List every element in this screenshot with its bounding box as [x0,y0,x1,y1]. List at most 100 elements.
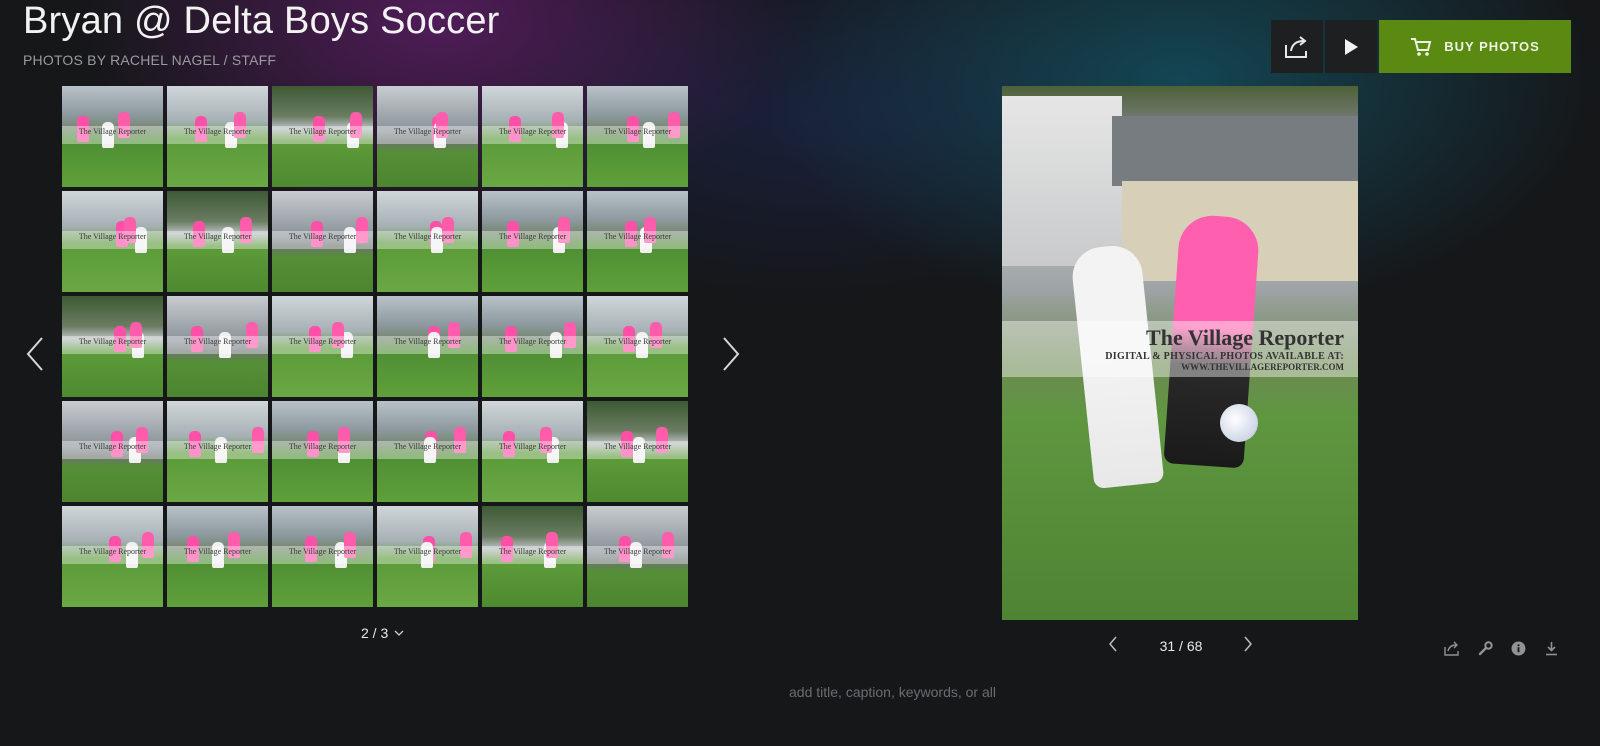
photo-watermark: The Village Reporter DIGITAL & PHYSICAL … [1002,321,1358,377]
thumbnail[interactable]: The Village Reporter [587,86,688,187]
chevron-right-icon [723,337,740,371]
thumbnail[interactable]: The Village Reporter [482,401,583,502]
chevron-down-icon [394,630,404,636]
thumbnail-watermark: The Village Reporter [482,336,583,355]
thumbnail-watermark: The Village Reporter [167,336,268,355]
thumbnail[interactable]: The Village Reporter [62,86,163,187]
thumbnail-watermark: The Village Reporter [587,336,688,355]
thumbnail-watermark: The Village Reporter [62,231,163,250]
watermark-title: The Village Reporter [1146,325,1344,350]
thumbnail[interactable]: The Village Reporter [587,296,688,397]
thumbnail-watermark: The Village Reporter [62,336,163,355]
thumbnail[interactable]: The Village Reporter [272,86,373,187]
thumbnail[interactable]: The Village Reporter [272,191,373,292]
page-selector[interactable]: 2 / 3 [361,625,404,641]
photographer-byline: PHOTOS BY RACHEL NAGEL / STAFF [23,52,277,68]
thumbnail-watermark: The Village Reporter [377,336,478,355]
wrench-icon [1478,640,1493,655]
info-icon [1511,641,1525,655]
thumbnail-watermark: The Village Reporter [482,231,583,250]
thumbnail[interactable]: The Village Reporter [482,86,583,187]
thumbnail[interactable]: The Village Reporter [167,401,268,502]
photo-roof [1112,116,1358,186]
thumbnail-watermark: The Village Reporter [587,126,688,145]
watermark-subtitle: DIGITAL & PHYSICAL PHOTOS AVAILABLE AT: [1105,351,1344,362]
thumbnail-watermark: The Village Reporter [377,231,478,250]
thumbnail-watermark: The Village Reporter [482,546,583,565]
share-icon [1285,35,1307,58]
chevron-left-icon [26,337,43,371]
thumbnail-grid: The Village Reporter The Village Reporter… [62,86,693,607]
thumbnail[interactable]: The Village Reporter [272,296,373,397]
gallery-title: Bryan @ Delta Boys Soccer [23,0,500,42]
thumbnail[interactable]: The Village Reporter [167,86,268,187]
chevron-right-icon [1244,636,1252,652]
thumbnail[interactable]: The Village Reporter [377,506,478,607]
thumbnail-watermark: The Village Reporter [587,441,688,460]
thumbnail-watermark: The Village Reporter [272,546,373,565]
buy-photos-button[interactable]: BUY PHOTOS [1379,20,1571,73]
thumbnail[interactable]: The Village Reporter [482,191,583,292]
chevron-left-icon [1109,636,1117,652]
thumbnail-watermark: The Village Reporter [272,231,373,250]
thumbnail-watermark: The Village Reporter [587,231,688,250]
prev-page-arrow[interactable] [24,334,46,374]
thumbnail[interactable]: The Village Reporter [272,401,373,502]
thumbnail-watermark: The Village Reporter [482,126,583,145]
page-indicator: 2 / 3 [361,625,389,641]
thumbnail[interactable]: The Village Reporter [167,506,268,607]
thumbnail[interactable]: The Village Reporter [482,506,583,607]
gallery-toolbar: BUY PHOTOS [1271,20,1571,73]
share-icon [1444,641,1459,656]
photo-house-left [1002,96,1122,266]
cart-icon [1411,37,1432,56]
thumbnail-watermark: The Village Reporter [272,336,373,355]
thumbnail[interactable]: The Village Reporter [62,191,163,292]
thumbnail-watermark: The Village Reporter [167,546,268,565]
photo-tools [1444,640,1559,656]
photo-counter: 31 / 68 [1159,638,1203,654]
thumbnail[interactable]: The Village Reporter [62,296,163,397]
thumbnail-watermark: The Village Reporter [272,126,373,145]
thumbnail[interactable]: The Village Reporter [377,296,478,397]
photo-share-button[interactable] [1444,640,1460,656]
thumbnail[interactable]: The Village Reporter [377,86,478,187]
prev-photo-button[interactable] [1108,636,1118,652]
buy-photos-label: BUY PHOTOS [1444,39,1540,54]
thumbnail[interactable]: The Village Reporter [587,506,688,607]
thumbnail-watermark: The Village Reporter [377,126,478,145]
thumbnail-watermark: The Village Reporter [377,441,478,460]
watermark-url: WWW.THEVILLAGEREPORTER.COM [1181,362,1344,372]
download-icon [1545,641,1557,655]
thumbnail-watermark: The Village Reporter [62,126,163,145]
thumbnail[interactable]: The Village Reporter [587,401,688,502]
thumbnail[interactable]: The Village Reporter [377,401,478,502]
thumbnail[interactable]: The Village Reporter [377,191,478,292]
thumbnail-watermark: The Village Reporter [167,126,268,145]
main-photo[interactable]: The Village Reporter DIGITAL & PHYSICAL … [1002,86,1358,620]
thumbnail[interactable]: The Village Reporter [587,191,688,292]
photo-download-button[interactable] [1543,640,1559,656]
next-photo-button[interactable] [1243,636,1253,652]
thumbnail-watermark: The Village Reporter [167,441,268,460]
thumbnail-watermark: The Village Reporter [167,231,268,250]
thumbnail-watermark: The Village Reporter [62,441,163,460]
share-button[interactable] [1271,20,1323,73]
thumbnail-watermark: The Village Reporter [62,546,163,565]
thumbnail[interactable]: The Village Reporter [167,296,268,397]
play-icon [1345,38,1358,55]
thumbnail-watermark: The Village Reporter [377,546,478,565]
thumbnail-watermark: The Village Reporter [587,546,688,565]
thumbnail[interactable]: The Village Reporter [62,401,163,502]
photo-tools-button[interactable] [1477,640,1493,656]
caption-prompt[interactable]: add title, caption, keywords, or all [789,684,996,700]
thumbnail[interactable]: The Village Reporter [167,191,268,292]
photo-info-button[interactable] [1510,640,1526,656]
thumbnail[interactable]: The Village Reporter [482,296,583,397]
thumbnail[interactable]: The Village Reporter [62,506,163,607]
thumbnail[interactable]: The Village Reporter [272,506,373,607]
slideshow-button[interactable] [1325,20,1377,73]
next-page-arrow[interactable] [720,334,742,374]
thumbnail-watermark: The Village Reporter [272,441,373,460]
photo-soccer-ball [1220,404,1258,442]
